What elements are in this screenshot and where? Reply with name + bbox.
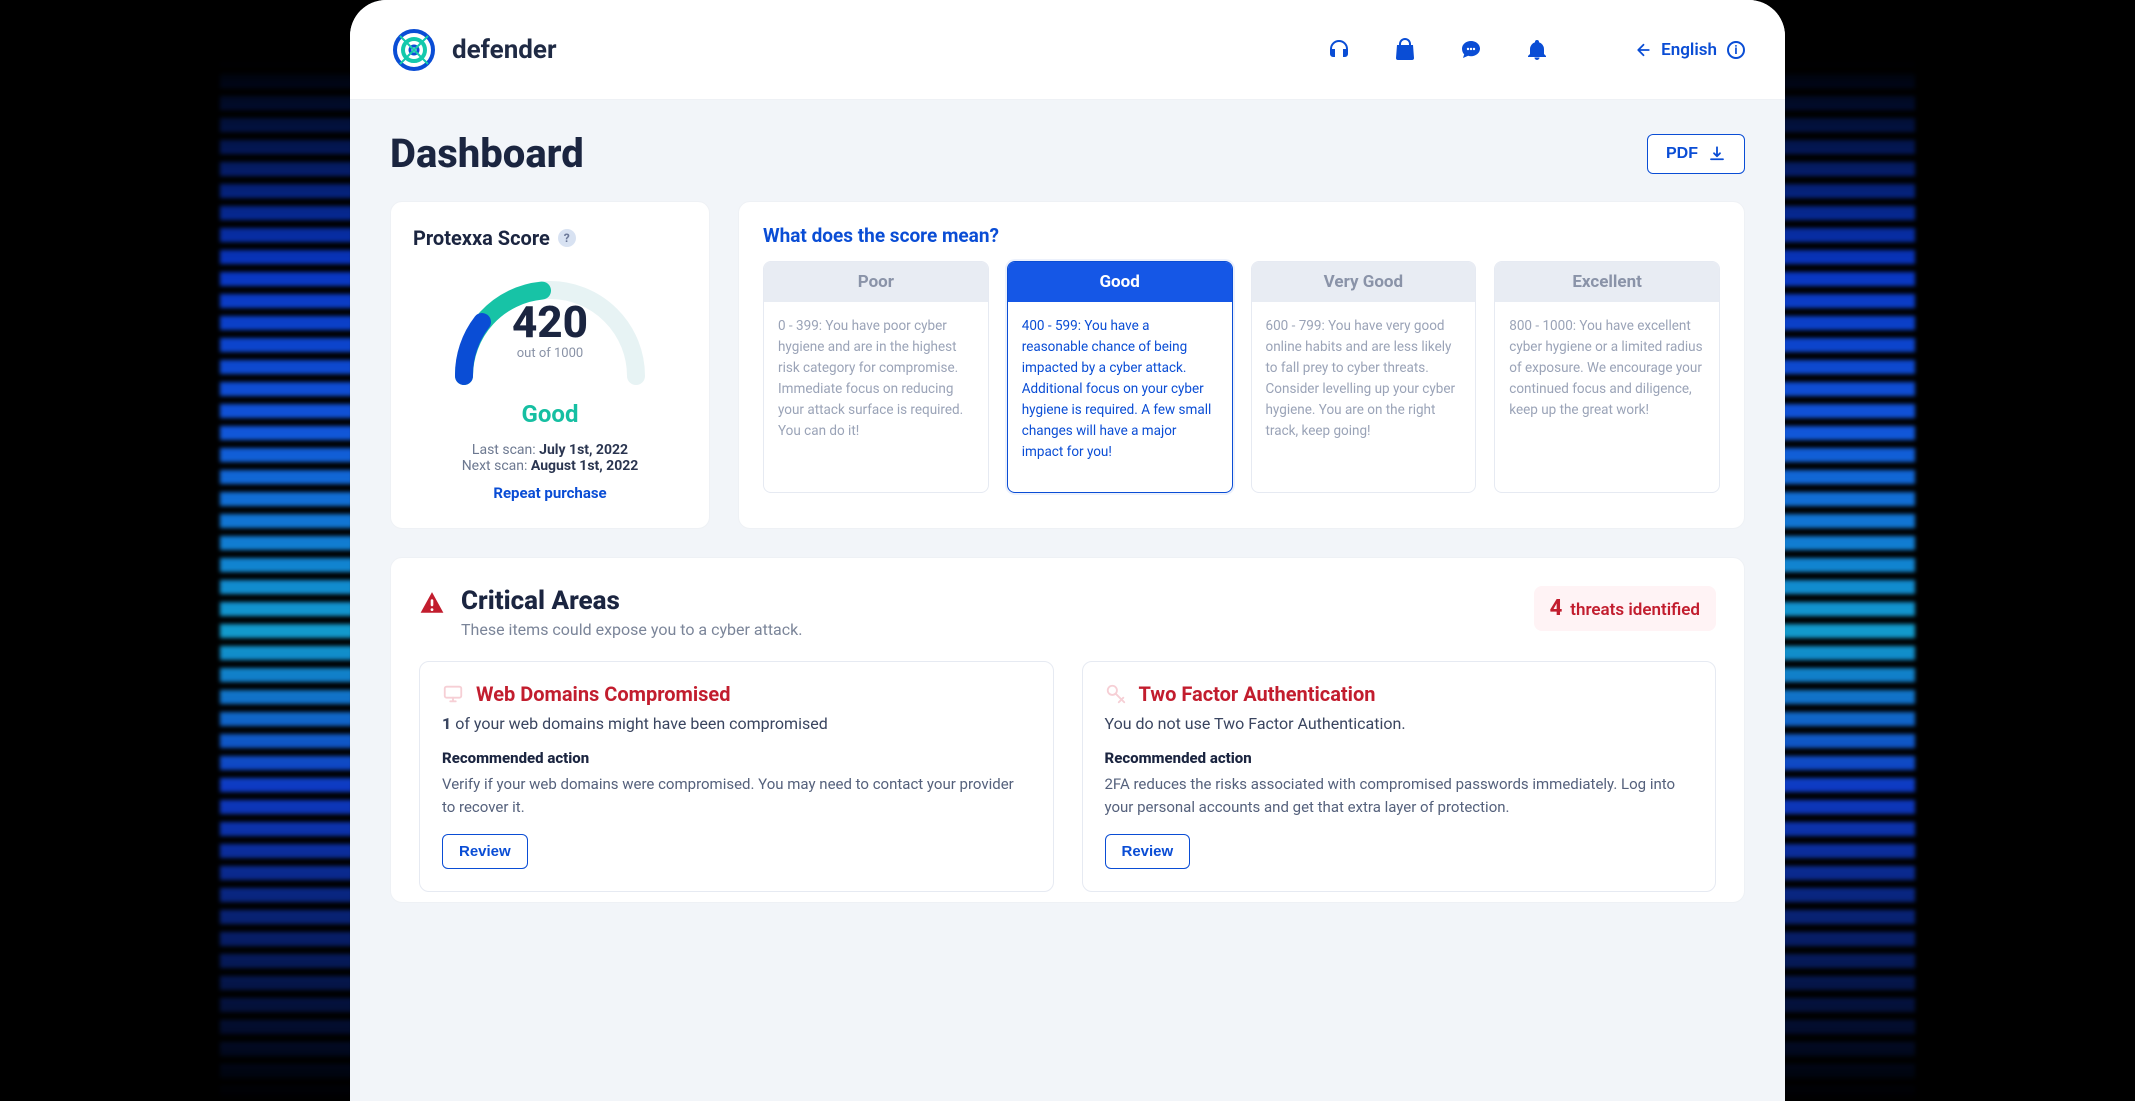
decorative-glow-right: [1775, 60, 1915, 1100]
gauge-text: 420 out of 1000: [440, 300, 660, 361]
row-score-meaning: Protexxa Score ? 420 out of 1000: [390, 201, 1745, 529]
threat-title: Web Domains Compromised: [476, 682, 731, 706]
stage: defender English i Dashboard PDF: [0, 0, 2135, 1101]
threat-summary-text: of your web domains might have been comp…: [451, 714, 827, 733]
export-pdf-label: PDF: [1666, 145, 1698, 163]
critical-head: Critical Areas These items could expose …: [419, 586, 1716, 639]
shopping-bag-icon[interactable]: [1393, 38, 1417, 62]
scan-lines: Last scan: July 1st, 2022 Next scan: Aug…: [413, 442, 687, 474]
brand-name: defender: [452, 35, 557, 65]
language-switcher[interactable]: English i: [1633, 40, 1745, 60]
tier-body: 400 - 599: You have a reasonable chance …: [1008, 302, 1232, 476]
critical-areas-card: Critical Areas These items could expose …: [390, 557, 1745, 903]
next-scan-value: August 1st, 2022: [531, 458, 638, 474]
arrow-left-icon: [1633, 41, 1651, 59]
score-value: 420: [440, 300, 660, 344]
page-title: Dashboard: [390, 130, 584, 177]
tier-head: Good: [1008, 262, 1232, 302]
bell-icon[interactable]: [1525, 38, 1549, 62]
language-label: English: [1661, 40, 1717, 60]
threat-count-label: threats identified: [1570, 600, 1700, 620]
topbar-icons: [1327, 38, 1549, 62]
warning-triangle-icon: [419, 590, 445, 616]
tier-head: Poor: [764, 262, 988, 302]
recommended-action-body: Verify if your web domains were compromi…: [442, 773, 1031, 818]
tier-good[interactable]: Good 400 - 599: You have a reasonable ch…: [1007, 261, 1233, 493]
tier-poor[interactable]: Poor 0 - 399: You have poor cyber hygien…: [763, 261, 989, 493]
tier-excellent[interactable]: Excellent 800 - 1000: You have excellent…: [1494, 261, 1720, 493]
tier-very-good[interactable]: Very Good 600 - 799: You have very good …: [1251, 261, 1477, 493]
score-rating: Good: [413, 400, 687, 428]
tier-body: 600 - 799: You have very good online hab…: [1252, 302, 1476, 456]
monitor-icon: [442, 683, 464, 705]
repeat-purchase-link[interactable]: Repeat purchase: [413, 484, 687, 502]
download-icon: [1708, 145, 1726, 163]
review-button[interactable]: Review: [442, 834, 528, 869]
threat-count-badge: 4 threats identified: [1534, 586, 1716, 631]
score-gauge: 420 out of 1000: [440, 256, 660, 396]
tier-head: Excellent: [1495, 262, 1719, 302]
score-out-of: out of 1000: [440, 346, 660, 361]
topbar: defender English i: [350, 0, 1785, 100]
key-icon: [1105, 683, 1127, 705]
tier-body: 800 - 1000: You have excellent cyber hyg…: [1495, 302, 1719, 435]
support-headset-icon[interactable]: [1327, 38, 1351, 62]
score-meaning-card: What does the score mean? Poor 0 - 399: …: [738, 201, 1745, 529]
threat-summary-count: 1: [442, 714, 451, 733]
content: Dashboard PDF Protexxa Score ?: [350, 100, 1785, 903]
chat-icon[interactable]: [1459, 38, 1483, 62]
last-scan-label: Last scan:: [472, 442, 536, 458]
review-button[interactable]: Review: [1105, 834, 1191, 869]
threat-summary: 1 of your web domains might have been co…: [442, 714, 1031, 733]
brand-logo-icon: [390, 26, 438, 74]
critical-head-left: Critical Areas These items could expose …: [419, 586, 802, 639]
last-scan-value: July 1st, 2022: [539, 442, 628, 458]
next-scan-label: Next scan:: [462, 458, 528, 474]
tier-head: Very Good: [1252, 262, 1476, 302]
critical-subheading: These items could expose you to a cyber …: [461, 620, 802, 639]
page-head: Dashboard PDF: [390, 130, 1745, 177]
brand-block[interactable]: defender: [390, 26, 557, 74]
threat-count: 4: [1550, 596, 1563, 621]
tier-body: 0 - 399: You have poor cyber hygiene and…: [764, 302, 988, 456]
app-window: defender English i Dashboard PDF: [350, 0, 1785, 1101]
score-title: Protexxa Score: [413, 226, 550, 250]
score-card: Protexxa Score ? 420 out of 1000: [390, 201, 710, 529]
recommended-action-label: Recommended action: [1105, 749, 1694, 767]
score-meaning-title: What does the score mean?: [763, 224, 1720, 247]
threat-card-web-domains: Web Domains Compromised 1 of your web do…: [419, 661, 1054, 892]
threat-grid: Web Domains Compromised 1 of your web do…: [419, 661, 1716, 892]
critical-heading: Critical Areas: [461, 586, 802, 616]
recommended-action-body: 2FA reduces the risks associated with co…: [1105, 773, 1694, 818]
threat-title: Two Factor Authentication: [1139, 682, 1376, 706]
recommended-action-label: Recommended action: [442, 749, 1031, 767]
threat-card-2fa: Two Factor Authentication You do not use…: [1082, 661, 1717, 892]
export-pdf-button[interactable]: PDF: [1647, 134, 1745, 174]
score-title-row: Protexxa Score ?: [413, 226, 687, 250]
threat-summary-text: You do not use Two Factor Authentication…: [1105, 714, 1406, 733]
info-icon: i: [1727, 41, 1745, 59]
decorative-glow-left: [220, 60, 360, 1100]
threat-summary: You do not use Two Factor Authentication…: [1105, 714, 1694, 733]
help-icon[interactable]: ?: [558, 229, 576, 247]
score-tiers: Poor 0 - 399: You have poor cyber hygien…: [763, 261, 1720, 493]
